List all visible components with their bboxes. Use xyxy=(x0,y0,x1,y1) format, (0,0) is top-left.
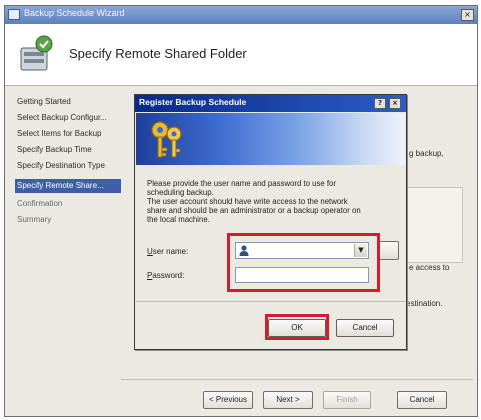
wizard-title-bar[interactable]: Backup Schedule Wizard × xyxy=(5,6,477,24)
user-name-label-rest: ser name: xyxy=(152,247,189,256)
password-label: Password: xyxy=(147,271,184,280)
content-access-text: e access to xyxy=(409,263,450,272)
step-select-items-for-backup[interactable]: Select Items for Backup xyxy=(15,127,121,141)
wizard-step-list: Getting Started Select Backup Configur..… xyxy=(5,87,121,417)
next-button[interactable]: Next > xyxy=(263,391,313,409)
dialog-cancel-button[interactable]: Cancel xyxy=(336,319,394,337)
dialog-banner xyxy=(136,113,405,165)
dialog-close-button[interactable]: × xyxy=(389,98,401,109)
credential-fields-highlight xyxy=(227,233,380,292)
previous-button[interactable]: < Previous xyxy=(203,391,253,409)
wizard-footer-divider xyxy=(121,379,473,380)
browse-users-button[interactable] xyxy=(377,241,399,260)
step-confirmation[interactable]: Confirmation xyxy=(15,197,121,211)
finish-button[interactable]: Finish xyxy=(323,391,371,409)
keys-icon xyxy=(151,121,182,158)
dialog-divider xyxy=(136,301,405,302)
wizard-cancel-button[interactable]: Cancel xyxy=(397,391,447,409)
wizard-title: Backup Schedule Wizard xyxy=(24,8,125,18)
step-summary[interactable]: Summary xyxy=(15,213,121,227)
content-destination-text: estination. xyxy=(406,299,443,308)
ok-button-highlight xyxy=(265,314,329,340)
dialog-description: Please provide the user name and passwor… xyxy=(147,179,361,224)
wizard-header: Specify Remote Shared Folder xyxy=(5,24,477,86)
step-specify-remote-shared-folder[interactable]: Specify Remote Share... xyxy=(15,179,121,193)
step-getting-started[interactable]: Getting Started xyxy=(15,95,121,109)
wizard-app-icon xyxy=(8,9,20,20)
content-backup-text: g backup, xyxy=(409,149,444,158)
user-name-label: User name: xyxy=(147,247,188,256)
dialog-title-bar[interactable]: Register Backup Schedule ? × xyxy=(135,95,406,112)
step-specify-destination-type[interactable]: Specify Destination Type xyxy=(15,159,121,173)
dialog-title: Register Backup Schedule xyxy=(139,97,247,107)
password-label-rest: assword: xyxy=(152,271,185,280)
wizard-page-title: Specify Remote Shared Folder xyxy=(69,46,247,61)
dialog-help-button[interactable]: ? xyxy=(374,98,386,109)
backup-wizard-icon xyxy=(20,35,53,71)
register-backup-schedule-dialog: Register Backup Schedule ? × Please prov… xyxy=(134,94,407,350)
wizard-close-button[interactable]: × xyxy=(461,9,474,21)
step-select-backup-configuration[interactable]: Select Backup Configur... xyxy=(15,111,121,125)
step-specify-backup-time[interactable]: Specify Backup Time xyxy=(15,143,121,157)
